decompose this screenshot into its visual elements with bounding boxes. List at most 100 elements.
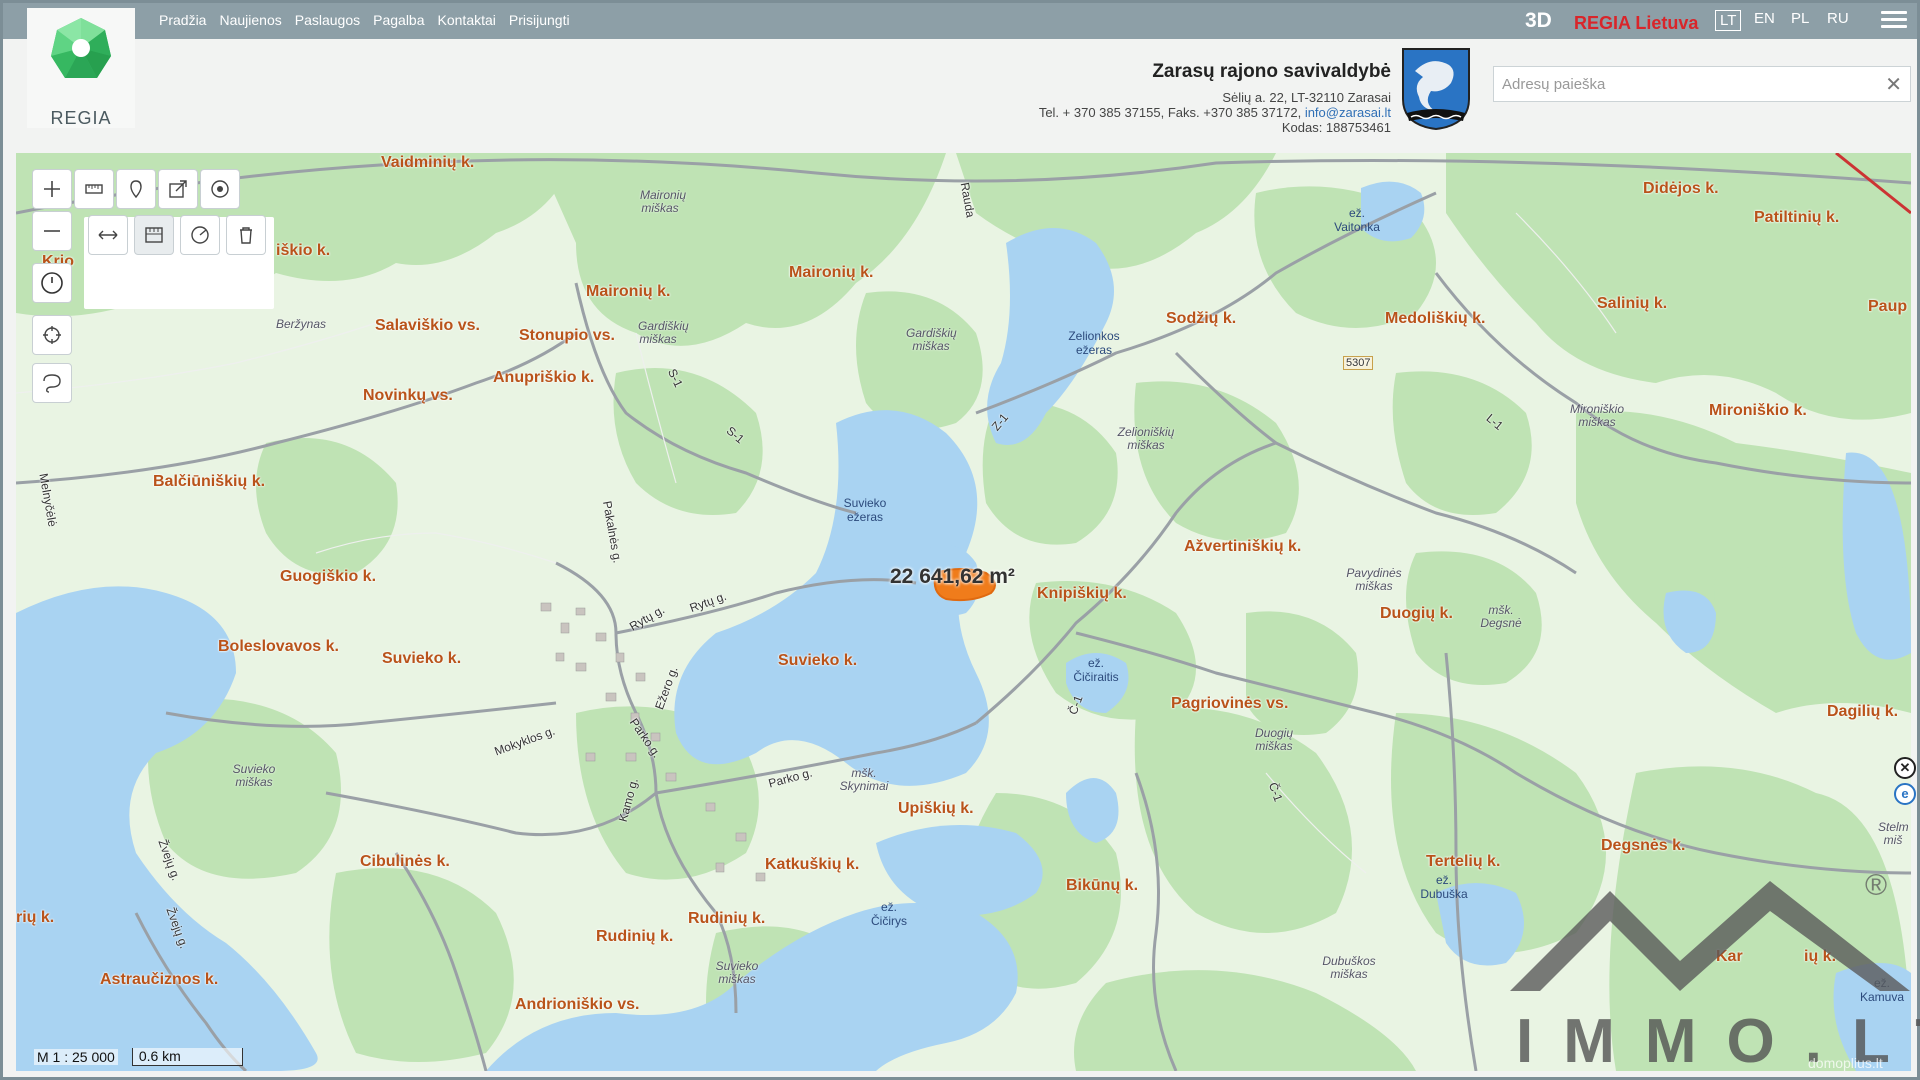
address-search-input[interactable] (1494, 67, 1874, 101)
regia-logo[interactable]: REGIA (27, 8, 135, 128)
lasso-icon (43, 374, 61, 393)
hamburger-menu-icon[interactable] (1881, 11, 1907, 31)
forest-label: Stelm miš (1878, 820, 1909, 847)
village-label: Sodžių k. (1166, 310, 1237, 327)
village-label: Tertelių k. (1426, 853, 1501, 870)
map-scale: M 1 : 25 000 0.6 km (34, 1047, 243, 1067)
forest-label: Suvieko miškas (715, 959, 759, 986)
nav-item-contacts[interactable]: Kontaktai (438, 12, 496, 28)
regia-lietuva-link[interactable]: REGIA Lietuva (1574, 13, 1698, 34)
nav-item-help[interactable]: Pagalba (373, 12, 424, 28)
measure-radius-button[interactable] (180, 215, 220, 255)
village-label: Suvieko k. (778, 652, 858, 669)
forest-label: Gardiškių miškas (638, 319, 689, 346)
zoom-out-button[interactable] (32, 211, 72, 251)
email-link[interactable]: info@zarasai.lt (1305, 105, 1391, 120)
municipality-phone: Tel. + 370 385 37155, Faks. +370 385 371… (1039, 105, 1391, 120)
forest-label: Mironiškio miškas (1569, 402, 1624, 429)
village-label: Paup (1868, 298, 1908, 315)
village-label: Bikūnų k. (1066, 877, 1139, 894)
area-ruler-icon (145, 227, 163, 243)
village-label: Pagriovinės vs. (1171, 695, 1289, 712)
lake-label: ež. Dubuška (1420, 873, 1468, 901)
village-label: Stonupio vs. (519, 327, 615, 344)
close-panel-icon[interactable]: ✕ (1894, 757, 1916, 779)
watermark-site: domoplius.lt (1808, 1055, 1883, 1071)
forest-label: Duogių miškas (1254, 726, 1294, 753)
forest-label: mšk. Degsnė (1480, 603, 1522, 630)
measure-distance-button[interactable] (88, 215, 128, 255)
search-clear-icon[interactable]: ✕ (1885, 72, 1902, 97)
village-label: Salinių k. (1597, 295, 1668, 312)
app-frame: Pradžia Naujienos Paslaugos Pagalba Kont… (0, 0, 1920, 1080)
village-label: Didėjos k. (1643, 180, 1719, 197)
phone-text: Tel. + 370 385 37155, Faks. +370 385 371… (1038, 105, 1302, 120)
village-label: Ažvertiniškių k. (1184, 538, 1302, 555)
forest-label: Zelioniškių miškas (1117, 425, 1175, 452)
lake-label: ež. Čičirys (871, 900, 907, 928)
language-pl[interactable]: PL (1791, 10, 1809, 27)
place-marker-button[interactable] (116, 169, 156, 209)
scale-ratio: M 1 : 25 000 (34, 1049, 118, 1065)
village-label: Maironių k. (586, 283, 671, 300)
village-label: Suvieko k. (382, 650, 462, 667)
municipality-address: Sėlių a. 22, LT-32110 Zarasai (1222, 90, 1391, 105)
municipality-name: Zarasų rajono savivaldybė (1152, 61, 1391, 82)
e-service-icon[interactable]: e (1894, 783, 1916, 805)
village-label: Degsnės k. (1601, 837, 1686, 854)
village-label: Guogiškio k. (280, 568, 377, 585)
nav-item-services[interactable]: Paslaugos (295, 12, 360, 28)
forest-label: Maironių miškas (640, 188, 687, 215)
village-label: Upiškių k. (898, 800, 974, 817)
3d-view-button[interactable]: 3D (1525, 9, 1552, 33)
lasso-select-button[interactable] (32, 363, 72, 403)
coat-of-arms-icon (1402, 48, 1470, 131)
village-label: Maironių k. (789, 264, 874, 281)
village-label: Duogių k. (1380, 605, 1453, 622)
measure-area-button[interactable] (134, 215, 174, 255)
logo-text: REGIA (50, 108, 112, 128)
top-navigation-bar: Pradžia Naujienos Paslaugos Pagalba Kont… (3, 3, 1917, 39)
main-nav: Pradžia Naujienos Paslaugos Pagalba Kont… (159, 12, 570, 28)
road-number-badge: 5307 (1343, 356, 1374, 370)
address-search-box: ✕ (1493, 66, 1911, 102)
radius-icon (191, 226, 209, 244)
municipality-code: Kodas: 188753461 (1281, 120, 1391, 135)
forest-label: Beržynas (276, 317, 327, 331)
ruler-icon (85, 184, 103, 194)
village-label: Salaviškio vs. (375, 317, 480, 334)
language-lt[interactable]: LT (1715, 10, 1742, 31)
nav-item-news[interactable]: Naujienos (219, 12, 281, 28)
delete-measurements-button[interactable] (226, 215, 266, 255)
share-icon (169, 180, 187, 198)
village-label: Astraučiznos k. (100, 971, 219, 988)
lake-label: Zelionkos ežeras (1068, 329, 1120, 357)
locate-point-button[interactable] (200, 169, 240, 209)
village-label: Balčiūniškių k. (153, 473, 266, 490)
measure-tool-button[interactable] (74, 169, 114, 209)
nav-item-login[interactable]: Prisijungti (509, 12, 570, 28)
nav-item-home[interactable]: Pradžia (159, 12, 206, 28)
zoom-in-button[interactable] (32, 169, 72, 209)
history-button[interactable] (32, 263, 72, 303)
village-label: Cibulinės k. (360, 853, 450, 870)
village-label: Andrioniškio vs. (515, 996, 640, 1013)
lake-label: ež. Čičiraitis (1073, 656, 1119, 684)
distance-icon (98, 230, 118, 240)
village-label: Patiltinių k. (1754, 209, 1840, 226)
my-location-button[interactable] (32, 315, 72, 355)
area-measurement-label: 22 641,62 m² (890, 565, 1015, 588)
village-label: Mironiškio k. (1709, 402, 1807, 419)
scale-bar: 0.6 km (131, 1048, 243, 1066)
forest-label: Pavydinės miškas (1346, 566, 1402, 593)
language-ru[interactable]: RU (1827, 10, 1849, 27)
trash-icon (240, 227, 252, 244)
village-label: Medoliškių k. (1385, 310, 1486, 327)
watermark-registered: ® (1865, 869, 1888, 902)
village-label: Rudinių k. (688, 910, 766, 927)
lake-label: ež. Vaitonka (1334, 206, 1380, 234)
forest-label: Dubuškos miškas (1322, 954, 1376, 981)
language-en[interactable]: EN (1754, 10, 1775, 27)
village-label: Vaidminių k. (381, 154, 475, 171)
share-button[interactable] (158, 169, 198, 209)
